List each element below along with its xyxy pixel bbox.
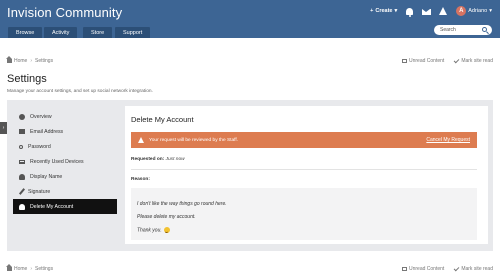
menu-item-password[interactable]: Password — [13, 139, 117, 154]
username: Adriano — [468, 8, 488, 14]
review-alert: Your request will be reviewed by the Sta… — [131, 132, 477, 148]
breadcrumb-separator: › — [30, 57, 33, 64]
menu-item-label: Signature — [28, 188, 51, 195]
nav-tab-store[interactable]: Store — [83, 27, 113, 38]
unread-content-link[interactable]: Unread Content — [402, 58, 444, 64]
requested-on: Requested on: Just now — [131, 157, 185, 162]
unread-label: Unread Content — [409, 57, 445, 64]
key-icon — [19, 144, 23, 149]
breadcrumb-separator: › — [30, 265, 33, 272]
page-title: Settings — [7, 73, 47, 85]
breadcrumb-actions: Unread Content Mark site read — [402, 265, 493, 272]
pen-icon — [18, 188, 26, 195]
requested-label: Requested on: — [131, 157, 165, 162]
home-icon — [6, 264, 12, 271]
create-label: Create — [375, 8, 393, 14]
home-icon — [6, 56, 12, 63]
plus-icon: + — [370, 8, 374, 14]
reason-line: Thank you. — [137, 227, 162, 234]
menu-item-signature[interactable]: Signature — [13, 184, 117, 199]
menu-item-label: Recently Used Devices — [30, 158, 84, 165]
reports-button[interactable]: ! — [439, 6, 449, 16]
menu-item-label: Display Name — [30, 173, 63, 180]
check-icon — [453, 265, 460, 271]
sidebar-toggle-button[interactable]: › — [0, 122, 7, 134]
delete-account-card: Delete My Account Your request will be r… — [125, 106, 488, 244]
menu-item-label: Password — [28, 143, 51, 150]
card-title: Delete My Account — [131, 115, 194, 124]
breadcrumb-home-label: Home — [14, 57, 28, 64]
unread-icon — [402, 266, 407, 271]
chevron-down-icon: ▾ — [394, 8, 398, 14]
breadcrumb-bottom: Home › Settings Unread Content Mark site… — [6, 264, 493, 273]
menu-item-overview[interactable]: Overview — [13, 109, 117, 124]
reason-line: Please delete my account. — [137, 214, 196, 220]
user-icon — [19, 203, 25, 210]
reason-line: I don't like the way things go round her… — [137, 201, 227, 207]
warning-icon — [138, 137, 144, 143]
breadcrumb-home[interactable]: Home — [6, 56, 28, 64]
reason-line-thanks: Thank you. — [137, 227, 170, 233]
bell-icon — [406, 7, 414, 17]
site-title[interactable]: Invision Community — [7, 5, 122, 20]
requested-value: Just now — [165, 157, 185, 162]
avatar: A — [456, 6, 467, 16]
unread-content-link[interactable]: Unread Content — [402, 266, 444, 272]
mark-site-read-link[interactable]: Mark site read — [453, 265, 493, 272]
notifications-button[interactable] — [405, 7, 414, 17]
user-bar: + Create ▾ ! A Adriano ▾ — [370, 6, 492, 17]
menu-item-label: Email Address — [30, 128, 64, 135]
settings-panel: › Overview Email Address Password Recent… — [0, 100, 493, 251]
mark-read-label: Mark site read — [461, 57, 493, 64]
chevron-down-icon: ▾ — [489, 8, 492, 14]
menu-item-recently-used-devices[interactable]: Recently Used Devices — [13, 154, 117, 169]
nav-tab-browse[interactable]: Browse — [8, 27, 43, 38]
menu-item-label: Delete My Account — [30, 203, 74, 210]
warning-icon: ! — [439, 6, 449, 16]
smiley-icon — [163, 227, 170, 233]
search-placeholder: Search — [440, 27, 456, 33]
user-menu[interactable]: A Adriano ▾ — [456, 6, 492, 16]
mark-site-read-link[interactable]: Mark site read — [453, 57, 493, 64]
check-icon — [453, 57, 460, 63]
search-input[interactable]: Search — [434, 25, 492, 35]
user-icon — [19, 173, 25, 180]
breadcrumb: Home › Settings Unread Content Mark site… — [6, 56, 493, 65]
breadcrumb-current: Settings — [35, 265, 54, 272]
divider — [131, 169, 477, 170]
unread-icon — [402, 58, 407, 63]
laptop-icon — [19, 159, 25, 164]
nav-tab-activity[interactable]: Activity — [44, 27, 78, 38]
menu-item-delete-my-account[interactable]: Delete My Account — [13, 199, 117, 214]
mark-read-label: Mark site read — [461, 265, 493, 272]
user-circle-icon — [19, 113, 25, 120]
reason-label: Reason: — [131, 177, 150, 182]
reason-box: I don't like the way things go round her… — [131, 188, 477, 240]
unread-label: Unread Content — [409, 265, 445, 272]
messages-button[interactable] — [422, 7, 432, 16]
alert-text: Your request will be reviewed by the Sta… — [149, 137, 239, 143]
breadcrumb-home[interactable]: Home — [6, 264, 28, 272]
search-icon[interactable] — [482, 27, 487, 32]
breadcrumb-current: Settings — [35, 57, 54, 64]
menu-item-email-address[interactable]: Email Address — [13, 124, 117, 139]
site-header: Invision Community + Create ▾ ! A Adrian… — [0, 0, 500, 38]
cancel-request-link[interactable]: Cancel My Request — [426, 137, 470, 143]
nav-tab-support[interactable]: Support — [115, 27, 151, 38]
settings-menu: Overview Email Address Password Recently… — [13, 109, 117, 214]
envelope-icon — [422, 8, 432, 15]
envelope-icon — [19, 129, 25, 134]
create-button[interactable]: + Create ▾ — [370, 8, 397, 14]
breadcrumb-home-label: Home — [14, 265, 28, 272]
main-nav: Browse Activity Store Support Search — [0, 25, 500, 38]
breadcrumb-actions: Unread Content Mark site read — [402, 57, 493, 64]
menu-item-display-name[interactable]: Display Name — [13, 169, 117, 184]
menu-item-label: Overview — [30, 113, 52, 120]
page-description: Manage your account settings, and set up… — [7, 89, 153, 94]
